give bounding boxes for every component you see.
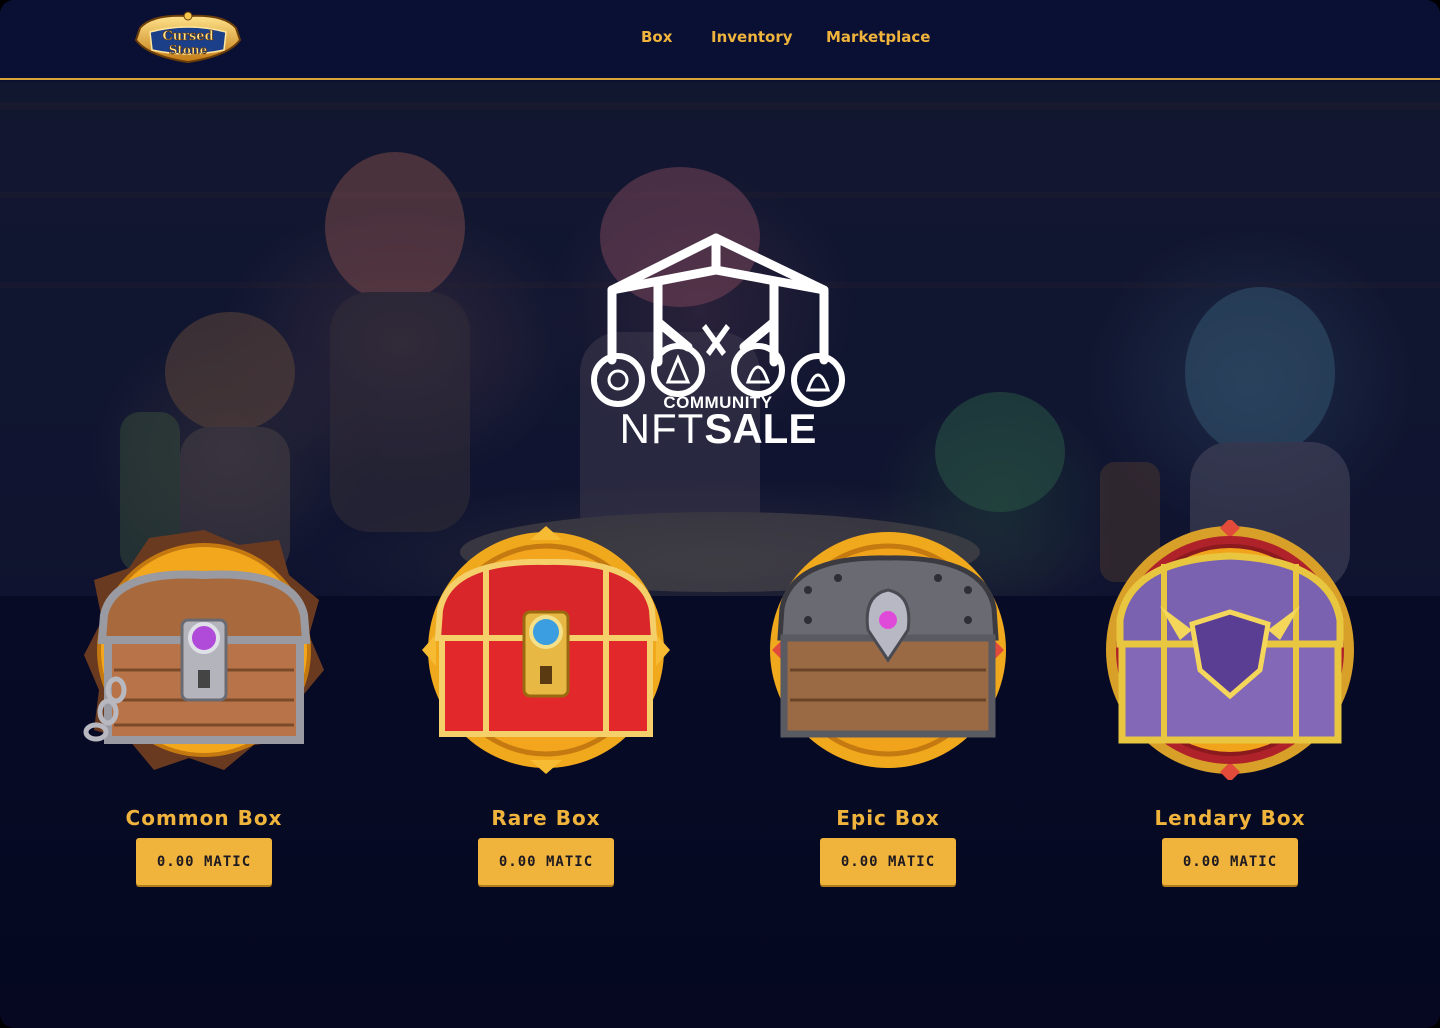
hero-nft-text: NFT <box>619 405 705 452</box>
hero-nft-sale-text: NFTSALE <box>600 405 836 453</box>
buy-rare-box-button[interactable]: 0.00 MATIC <box>478 838 614 885</box>
nav-marketplace[interactable]: Marketplace <box>826 28 930 46</box>
buy-common-box-button[interactable]: 0.00 MATIC <box>136 838 272 885</box>
legendary-chest-image[interactable] <box>1100 520 1360 780</box>
hero-banner <box>0 82 1440 596</box>
nav-inventory[interactable]: Inventory <box>711 28 793 46</box>
page-frame: Cursed Stone Box Inventory Marketplace C… <box>0 0 1440 1028</box>
nav-box[interactable]: Box <box>641 28 672 46</box>
buy-legendary-box-button[interactable]: 0.00 MATIC <box>1162 838 1298 885</box>
box-name: Epic Box <box>836 806 940 830</box>
common-chest-image[interactable] <box>74 520 334 780</box>
epic-chest-image[interactable] <box>758 520 1018 780</box>
buy-epic-box-button[interactable]: 0.00 MATIC <box>820 838 956 885</box>
box-name: Rare Box <box>491 806 601 830</box>
hero-sale-text: SALE <box>704 405 817 452</box>
box-name: Common Box <box>125 806 283 830</box>
rare-chest-image[interactable] <box>416 520 676 780</box>
box-card-common: Common Box 0.00 MATIC <box>64 520 344 900</box>
top-navbar: Cursed Stone Box Inventory Marketplace <box>0 0 1440 80</box>
box-card-rare: Rare Box 0.00 MATIC <box>406 520 686 900</box>
main-nav: Box Inventory Marketplace <box>0 0 1440 78</box>
box-card-legendary: Lendary Box 0.00 MATIC <box>1090 520 1370 900</box>
box-card-epic: Epic Box 0.00 MATIC <box>748 520 1028 900</box>
box-name: Lendary Box <box>1154 806 1306 830</box>
